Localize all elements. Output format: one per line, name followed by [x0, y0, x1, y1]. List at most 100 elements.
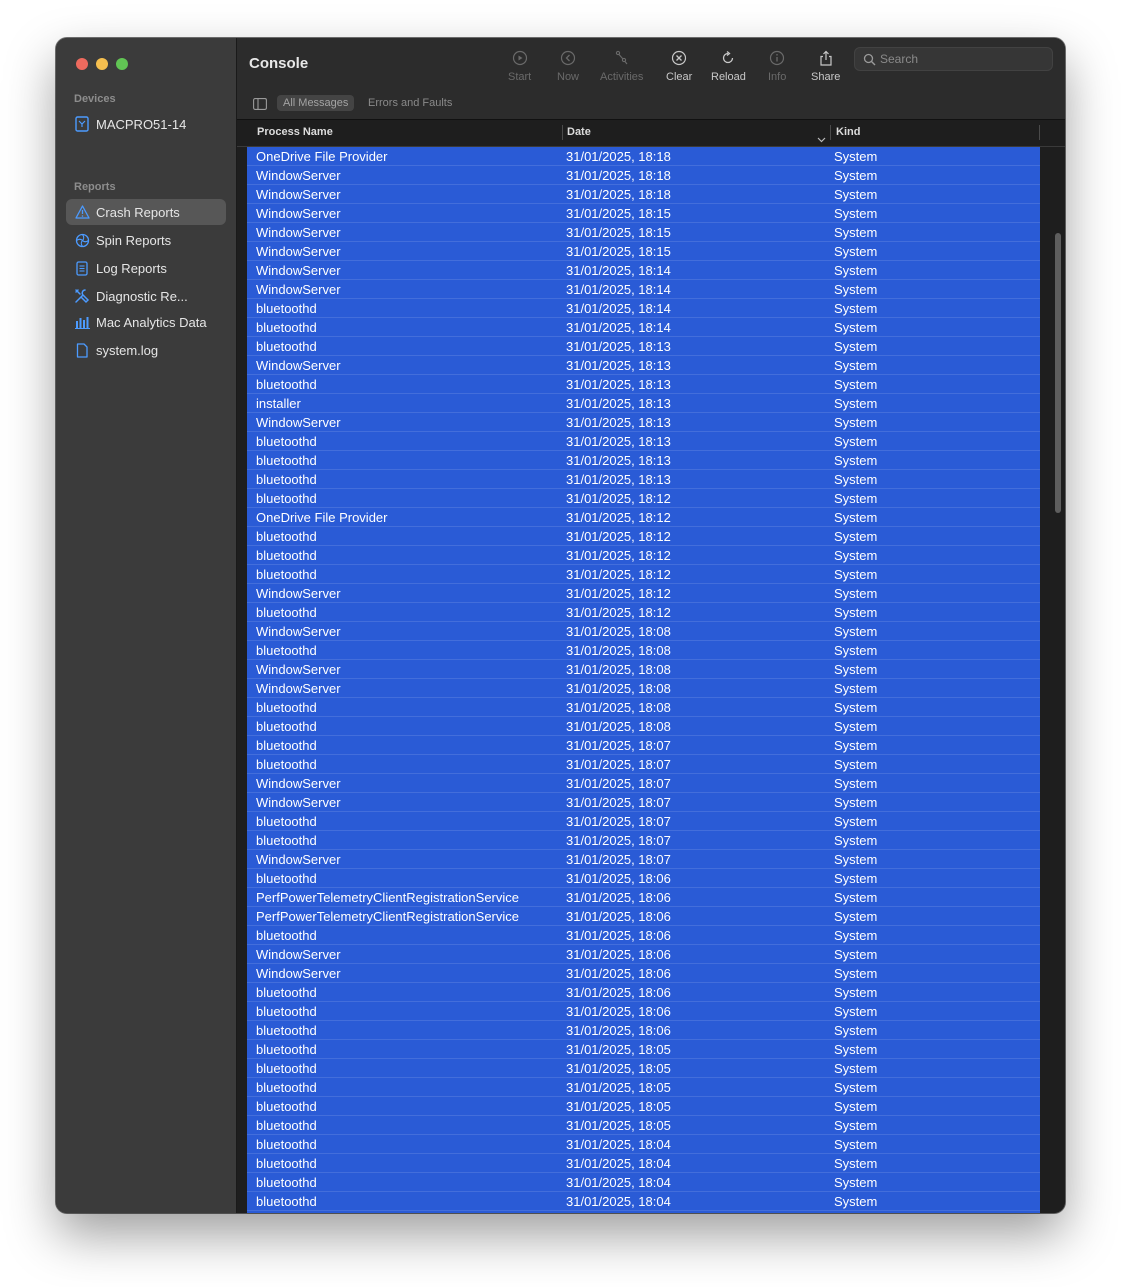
table-row[interactable]: WindowServer 31/01/2025, 18:13 System: [247, 413, 1040, 432]
table-row[interactable]: WindowServer 31/01/2025, 18:18 System: [247, 185, 1040, 204]
table-row[interactable]: bluetoothd 31/01/2025, 18:05 System: [247, 1040, 1040, 1059]
log-table-body[interactable]: OneDrive File Provider 31/01/2025, 18:18 S…: [247, 147, 1040, 1213]
share-button[interactable]: Share: [811, 48, 840, 83]
table-row[interactable]: WindowServer 31/01/2025, 18:15 System: [247, 242, 1040, 261]
table-row[interactable]: bluetoothd 31/01/2025, 18:14 System: [247, 299, 1040, 318]
table-row[interactable]: WindowServer 31/01/2025, 18:06 System: [247, 964, 1040, 983]
table-row[interactable]: bluetoothd 31/01/2025, 18:13 System: [247, 451, 1040, 470]
table-row[interactable]: PerfPowerTelemetryClientRegistrationServ…: [247, 907, 1040, 926]
table-row[interactable]: WindowServer 31/01/2025, 18:08 System: [247, 622, 1040, 641]
clear-button[interactable]: Clear: [666, 48, 692, 83]
start-button[interactable]: Start: [508, 48, 531, 83]
table-row[interactable]: WindowServer 31/01/2025, 18:06 System: [247, 945, 1040, 964]
table-row[interactable]: WindowServer 31/01/2025, 18:08 System: [247, 679, 1040, 698]
sidebar-toggle-icon[interactable]: [253, 97, 267, 115]
column-header-process-name[interactable]: Process Name: [257, 126, 333, 138]
sidebar-item-label: Log Reports: [96, 260, 167, 276]
info-button[interactable]: Info: [768, 48, 786, 83]
table-row[interactable]: WindowServer 31/01/2025, 18:15 System: [247, 223, 1040, 242]
table-row[interactable]: installer 31/01/2025, 18:13 System: [247, 394, 1040, 413]
table-row[interactable]: bluetoothd 31/01/2025, 18:05 System: [247, 1059, 1040, 1078]
kind-cell: System: [834, 871, 878, 886]
table-row[interactable]: bluetoothd 31/01/2025, 18:07 System: [247, 736, 1040, 755]
table-row[interactable]: OneDrive File Provider 31/01/2025, 18:12 S…: [247, 508, 1040, 527]
close-window-button[interactable]: [76, 58, 88, 70]
vertical-scrollbar[interactable]: [1049, 147, 1065, 1213]
sidebar-item-mac-analytics[interactable]: Mac Analytics Data: [66, 309, 226, 335]
filter-errors-and-faults[interactable]: Errors and Faults: [362, 95, 458, 111]
search-field[interactable]: [854, 47, 1053, 71]
reload-button[interactable]: Reload: [711, 48, 746, 83]
table-row[interactable]: bluetoothd 31/01/2025, 18:13 System: [247, 470, 1040, 489]
table-row[interactable]: WindowServer 31/01/2025, 18:07 System: [247, 793, 1040, 812]
column-divider[interactable]: [830, 125, 831, 140]
table-row[interactable]: bluetoothd 31/01/2025, 18:12 System: [247, 565, 1040, 584]
table-row[interactable]: bluetoothd 31/01/2025, 18:06 System: [247, 869, 1040, 888]
sidebar-item-crash-reports[interactable]: Crash Reports: [66, 199, 226, 225]
table-row[interactable]: bluetoothd 31/01/2025, 18:05 System: [247, 1097, 1040, 1116]
kind-cell: System: [834, 1194, 878, 1209]
table-row[interactable]: bluetoothd 31/01/2025, 18:04 System: [247, 1192, 1040, 1211]
sidebar-item-spin-reports[interactable]: Spin Reports: [66, 227, 226, 253]
table-row[interactable]: bluetoothd 31/01/2025, 18:12 System: [247, 489, 1040, 508]
table-row[interactable]: OneDrive File Provider 31/01/2025, 18:18 S…: [247, 147, 1040, 166]
table-row[interactable]: bluetoothd 31/01/2025, 18:13 System: [247, 337, 1040, 356]
sidebar-item-diagnostic-reports[interactable]: Diagnostic Re...: [66, 283, 226, 309]
table-row[interactable]: bluetoothd 31/01/2025, 18:04 System: [247, 1154, 1040, 1173]
table-row[interactable]: bluetoothd 31/01/2025, 18:04 System: [247, 1135, 1040, 1154]
activities-button[interactable]: Activities: [600, 48, 643, 83]
column-divider[interactable]: [562, 125, 563, 140]
now-button[interactable]: Now: [557, 48, 579, 83]
table-row[interactable]: bluetoothd 31/01/2025, 18:13 System: [247, 432, 1040, 451]
table-row[interactable]: bluetoothd 31/01/2025, 18:08 System: [247, 717, 1040, 736]
filter-all-messages[interactable]: All Messages: [277, 95, 355, 111]
sidebar-item-system-log[interactable]: system.log: [66, 337, 226, 363]
column-header-kind[interactable]: Kind: [836, 126, 860, 138]
sidebar-item-device[interactable]: MACPRO51-14: [66, 111, 226, 137]
table-row[interactable]: WindowServer 31/01/2025, 18:13 System: [247, 356, 1040, 375]
zoom-window-button[interactable]: [116, 58, 128, 70]
table-row[interactable]: WindowServer 31/01/2025, 18:14 System: [247, 280, 1040, 299]
table-row[interactable]: bluetoothd 31/01/2025, 18:06 System: [247, 983, 1040, 1002]
date-cell: 31/01/2025, 18:18: [566, 168, 671, 183]
table-row[interactable]: bluetoothd 31/01/2025, 18:08 System: [247, 698, 1040, 717]
search-input[interactable]: [876, 52, 1044, 66]
table-row[interactable]: bluetoothd 31/01/2025, 18:12 System: [247, 546, 1040, 565]
table-row[interactable]: WindowServer 31/01/2025, 18:07 System: [247, 774, 1040, 793]
minimize-window-button[interactable]: [96, 58, 108, 70]
process-name-cell: bluetoothd: [256, 1023, 317, 1038]
scroll-thumb[interactable]: [1055, 233, 1061, 513]
table-row[interactable]: bluetoothd 31/01/2025, 18:06 System: [247, 1002, 1040, 1021]
table-row[interactable]: bluetoothd 31/01/2025, 18:13 System: [247, 375, 1040, 394]
column-header-date[interactable]: Date: [567, 126, 591, 138]
table-row[interactable]: bluetoothd 31/01/2025, 18:12 System: [247, 527, 1040, 546]
column-divider[interactable]: [1039, 125, 1040, 140]
table-row[interactable]: bluetoothd 31/01/2025, 18:07 System: [247, 812, 1040, 831]
date-cell: 31/01/2025, 18:05: [566, 1080, 671, 1095]
kind-cell: System: [834, 396, 878, 411]
sidebar-item-log-reports[interactable]: Log Reports: [66, 255, 226, 281]
table-row[interactable]: bluetoothd 31/01/2025, 18:05 System: [247, 1116, 1040, 1135]
table-row[interactable]: WindowServer 31/01/2025, 18:08 System: [247, 660, 1040, 679]
table-row[interactable]: bluetoothd 31/01/2025, 18:07 System: [247, 831, 1040, 850]
table-row[interactable]: bluetoothd 31/01/2025, 18:06 System: [247, 1021, 1040, 1040]
sort-chevron-down-icon[interactable]: [817, 130, 826, 148]
table-row[interactable]: PerfPowerTelemetryClientRegistrationServ…: [247, 888, 1040, 907]
process-name-cell: bluetoothd: [256, 1099, 317, 1114]
table-row[interactable]: WindowServer 31/01/2025, 18:07 System: [247, 850, 1040, 869]
table-row[interactable]: bluetoothd 31/01/2025, 18:05 System: [247, 1078, 1040, 1097]
table-row[interactable]: bluetoothd 31/01/2025, 18:04 System: [247, 1173, 1040, 1192]
toolbar: Console Start Now Activities Clear Reloa…: [237, 38, 1065, 120]
table-row[interactable]: bluetoothd 31/01/2025, 18:12 System: [247, 603, 1040, 622]
date-cell: 31/01/2025, 18:12: [566, 510, 671, 525]
table-row[interactable]: bluetoothd 31/01/2025, 18:06 System: [247, 926, 1040, 945]
table-row[interactable]: WindowServer 31/01/2025, 18:18 System: [247, 166, 1040, 185]
kind-cell: System: [834, 244, 878, 259]
table-row[interactable]: bluetoothd 31/01/2025, 18:07 System: [247, 755, 1040, 774]
table-row[interactable]: WindowServer 31/01/2025, 18:14 System: [247, 261, 1040, 280]
table-row[interactable]: bluetoothd 31/01/2025, 18:14 System: [247, 318, 1040, 337]
table-row[interactable]: WindowServer 31/01/2025, 18:15 System: [247, 204, 1040, 223]
table-row[interactable]: WindowServer 31/01/2025, 18:12 System: [247, 584, 1040, 603]
table-row[interactable]: bluetoothd 31/01/2025, 18:08 System: [247, 641, 1040, 660]
kind-cell: System: [834, 605, 878, 620]
